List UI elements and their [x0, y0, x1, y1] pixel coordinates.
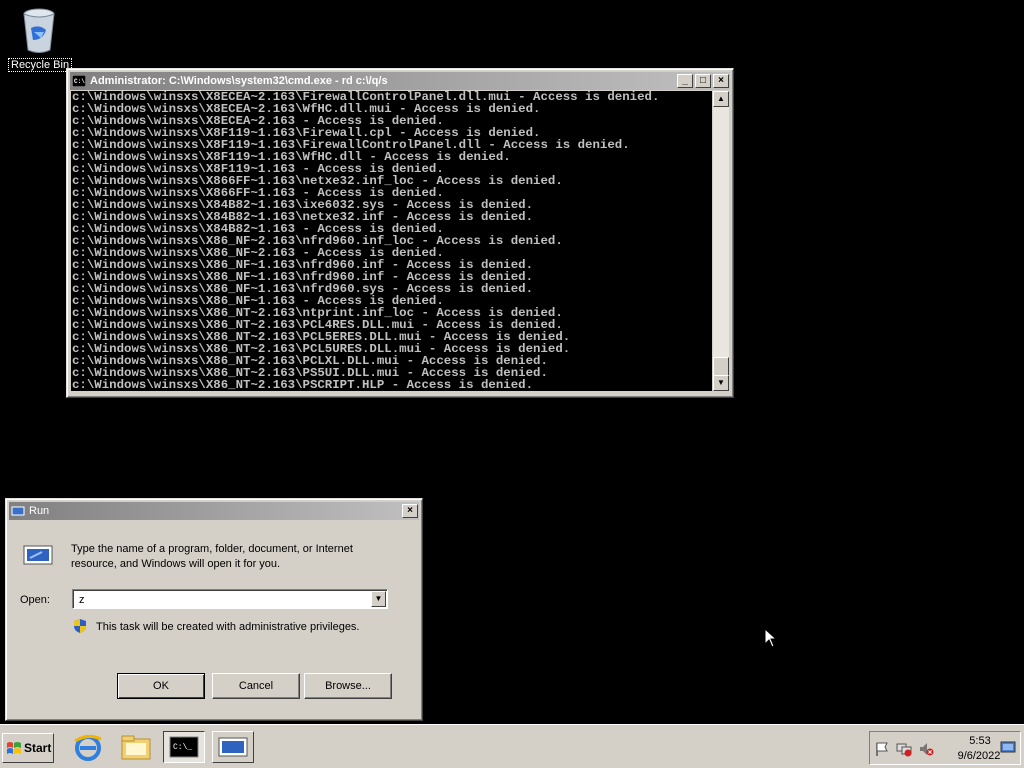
- mouse-cursor-icon: [764, 628, 778, 648]
- close-button[interactable]: ×: [402, 504, 418, 518]
- minimize-button[interactable]: _: [677, 74, 693, 88]
- close-button[interactable]: ×: [713, 74, 729, 88]
- taskbar: Start C:\_ 5:53 9/6/2022: [0, 724, 1024, 768]
- run-icon: [218, 737, 248, 757]
- console-line: c:\Windows\winsxs\X86_NT~2.163\PSCRIPT.H…: [72, 378, 534, 391]
- svg-text:C:\_: C:\_: [173, 743, 192, 752]
- console-output[interactable]: c:\Windows\winsxs\X8ECEA~2.163\FirewallC…: [71, 91, 712, 391]
- volume-muted-icon[interactable]: [918, 741, 934, 757]
- network-icon[interactable]: [896, 741, 912, 757]
- command-prompt-icon: C:\: [72, 75, 86, 87]
- flag-icon[interactable]: [874, 741, 890, 757]
- open-label: Open:: [20, 594, 50, 606]
- run-description: Type the name of a program, folder, docu…: [71, 543, 353, 570]
- folder-icon[interactable]: [118, 731, 154, 763]
- show-desktop-icon[interactable]: [1000, 739, 1016, 755]
- ok-button[interactable]: OK: [117, 673, 205, 699]
- browse-button[interactable]: Browse...: [304, 673, 392, 699]
- recycle-bin-icon: [19, 6, 59, 56]
- svg-text:C:\: C:\: [74, 78, 85, 85]
- cmd-title: Administrator: C:\Windows\system32\cmd.e…: [90, 75, 388, 87]
- open-combobox[interactable]: z ▼: [72, 589, 388, 609]
- console-scrollbar[interactable]: ▲ ▼: [713, 91, 729, 391]
- clock-time[interactable]: 5:53: [960, 735, 1000, 747]
- chevron-down-icon[interactable]: ▼: [371, 591, 386, 607]
- start-label: Start: [24, 741, 52, 755]
- system-tray: 5:53 9/6/2022: [869, 731, 1021, 765]
- taskbar-cmd-button[interactable]: C:\_: [163, 731, 205, 763]
- cmd-titlebar[interactable]: C:\ Administrator: C:\Windows\system32\c…: [70, 72, 730, 90]
- cancel-button[interactable]: Cancel: [212, 673, 300, 699]
- privilege-note: This task will be created with administr…: [96, 621, 360, 633]
- scroll-thumb[interactable]: [713, 357, 729, 377]
- start-button[interactable]: Start: [2, 733, 54, 763]
- scroll-down-button[interactable]: ▼: [713, 375, 729, 391]
- recycle-bin-label: Recycle Bin: [8, 58, 73, 72]
- scroll-up-button[interactable]: ▲: [713, 91, 729, 107]
- windows-logo-icon: [7, 742, 21, 754]
- run-titlebar[interactable]: Run ×: [9, 502, 419, 520]
- open-input-value[interactable]: z: [79, 594, 85, 606]
- command-prompt-icon: C:\_: [169, 736, 199, 758]
- run-icon: [23, 545, 53, 565]
- maximize-button[interactable]: □: [695, 74, 711, 88]
- internet-explorer-icon[interactable]: [70, 731, 106, 763]
- recycle-bin-desktop-icon[interactable]: Recycle Bin: [8, 6, 73, 72]
- uac-shield-icon: [74, 619, 86, 633]
- taskbar-run-button[interactable]: [212, 731, 254, 763]
- cmd-window[interactable]: C:\ Administrator: C:\Windows\system32\c…: [66, 68, 734, 398]
- run-icon: [11, 506, 25, 516]
- run-title: Run: [29, 505, 50, 517]
- run-dialog[interactable]: Run × Type the name of a program, folder…: [5, 498, 423, 721]
